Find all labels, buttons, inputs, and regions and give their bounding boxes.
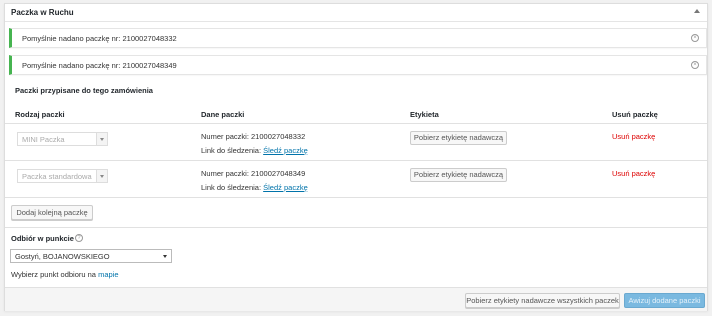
dismiss-icon[interactable]: × <box>691 61 699 69</box>
delete-package-link[interactable]: Usuń paczkę <box>612 132 655 141</box>
pickup-point-value: Gostyń, BOJANOWSKIEGO <box>15 252 110 261</box>
tracking-link[interactable]: Śledź paczkę <box>263 146 308 155</box>
chevron-down-icon <box>163 255 167 258</box>
panel-title: Paczka w Ruchu <box>11 8 74 17</box>
dismiss-icon[interactable]: × <box>691 34 699 42</box>
tracking-label: Link do śledzenia: <box>201 146 262 155</box>
tracking-link[interactable]: Śledź paczkę <box>263 183 308 192</box>
panel-header[interactable]: Paczka w Ruchu <box>5 4 707 22</box>
arrow-up-icon[interactable] <box>694 9 700 13</box>
pickup-hint: Wybierz punkt odbioru na mapie <box>11 270 119 279</box>
success-notice: Pomyślnie nadano paczkę nr: 210002704834… <box>9 55 707 75</box>
delete-package-link[interactable]: Usuń paczkę <box>612 169 655 178</box>
pickup-label: Odbiór w punkcie <box>11 234 74 243</box>
download-label-button[interactable]: Pobierz etykietę nadawczą <box>410 131 507 145</box>
table-header: Rodzaj paczki Dane paczki Etykieta Usuń … <box>5 104 707 124</box>
chevron-down-icon <box>96 133 107 145</box>
package-number: Numer paczki: 2100027048332 <box>201 132 306 141</box>
tracking-label: Link do śledzenia: <box>201 183 262 192</box>
header-delete: Usuń paczkę <box>612 110 658 119</box>
divider <box>5 227 707 228</box>
package-type-select[interactable]: MINI Paczka <box>17 132 108 146</box>
package-type-select[interactable]: Paczka standardowa <box>17 169 108 183</box>
table-row: MINI Paczka Numer paczki: 2100027048332 … <box>5 124 707 161</box>
table-row: Paczka standardowa Numer paczki: 2100027… <box>5 161 707 198</box>
header-details: Dane paczki <box>201 110 245 119</box>
paczka-w-ruchu-panel: Paczka w Ruchu Pomyślnie nadano paczkę n… <box>4 3 708 311</box>
header-type: Rodzaj paczki <box>15 110 65 119</box>
download-all-labels-button[interactable]: Pobierz etykiety nadawcze wszystkich pac… <box>465 293 620 308</box>
section-title: Paczki przypisane do tego zamówienia <box>15 86 153 95</box>
package-number: Numer paczki: 2100027048349 <box>201 169 306 178</box>
pickup-point-select[interactable]: Gostyń, BOJANOWSKIEGO <box>10 249 172 263</box>
success-notice: Pomyślnie nadano paczkę nr: 210002704833… <box>9 28 707 48</box>
package-type-value: MINI Paczka <box>22 135 65 144</box>
tracking-line: Link do śledzenia: Śledź paczkę <box>201 183 308 192</box>
panel-footer: Pobierz etykiety nadawcze wszystkich pac… <box>5 287 707 311</box>
chevron-down-icon <box>96 170 107 182</box>
tracking-line: Link do śledzenia: Śledź paczkę <box>201 146 308 155</box>
send-packages-button[interactable]: Awizuj dodane paczki <box>624 293 705 308</box>
header-label: Etykieta <box>410 110 439 119</box>
hint-text: Wybierz punkt odbioru na <box>11 270 96 279</box>
package-type-value: Paczka standardowa <box>22 172 92 181</box>
download-label-button[interactable]: Pobierz etykietę nadawczą <box>410 168 507 182</box>
notice-text: Pomyślnie nadano paczkę nr: 210002704833… <box>22 34 177 43</box>
map-link[interactable]: mapie <box>98 270 118 279</box>
help-icon[interactable]: ? <box>75 234 83 242</box>
add-package-button[interactable]: Dodaj kolejną paczkę <box>11 205 93 220</box>
notice-text: Pomyślnie nadano paczkę nr: 210002704834… <box>22 61 177 70</box>
